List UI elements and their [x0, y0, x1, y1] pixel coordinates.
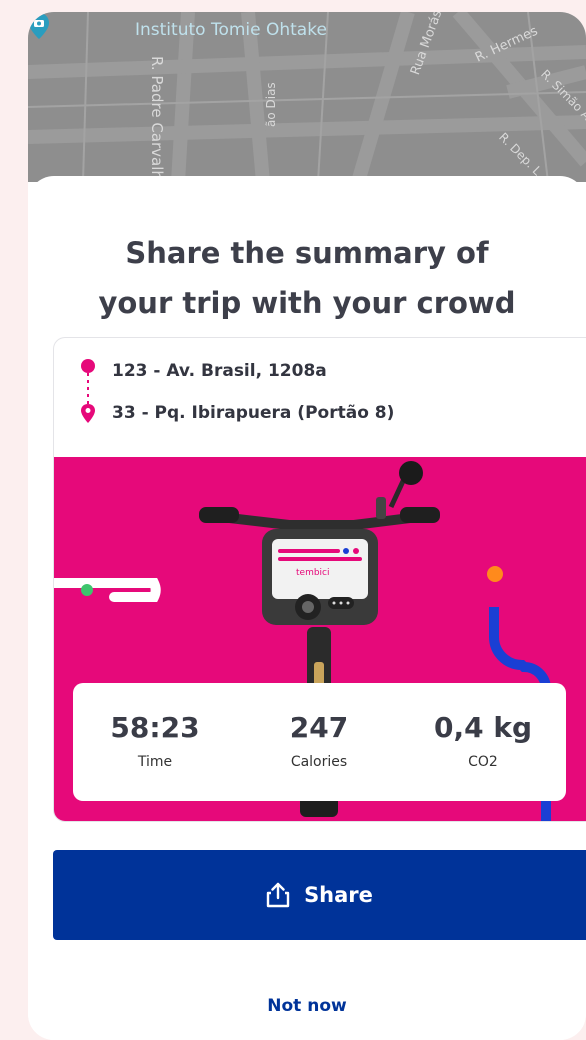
- map-street-label: ão Dias: [264, 82, 278, 127]
- share-summary-sheet: Share the summary of your trip with your…: [28, 176, 586, 1040]
- stat-time-label: Time: [137, 754, 173, 770]
- trip-hero-image: tembici 58:23 Time 247 Calories 0,4 kg C…: [54, 457, 586, 821]
- trip-summary-screen: Instituto Tomie Ohtake R. Padre Carvalho…: [28, 12, 586, 1040]
- stat-time: 58:23 Time: [73, 683, 237, 770]
- share-icon: [266, 882, 290, 908]
- destination-pin-icon: [81, 404, 95, 423]
- share-button-content: Share: [266, 882, 373, 908]
- sheet-title-line-1: Share the summary of: [125, 236, 489, 270]
- stat-calories: 247 Calories: [237, 683, 401, 770]
- stat-calories-value: 247: [289, 711, 349, 744]
- share-button[interactable]: Share: [53, 850, 586, 940]
- sheet-title-line-2: your trip with your crowd: [98, 286, 516, 320]
- map-poi-label[interactable]: Instituto Tomie Ohtake: [135, 20, 327, 40]
- sheet-title: Share the summary of your trip with your…: [28, 228, 586, 328]
- stat-co2: 0,4 kg CO2: [401, 683, 565, 770]
- bike-brand-label: tembici: [296, 568, 330, 578]
- share-button-label: Share: [304, 883, 373, 907]
- orange-dot: [487, 566, 503, 582]
- stat-calories-label: Calories: [290, 754, 348, 770]
- stat-co2-label: CO2: [468, 754, 498, 770]
- not-now-link[interactable]: Not now: [28, 996, 586, 1016]
- route-line-icon: [81, 359, 95, 423]
- stat-co2-value: 0,4 kg: [433, 711, 532, 744]
- map-street-label: R. Padre Carvalho: [148, 56, 166, 182]
- trip-summary-card: 123 - Av. Brasil, 1208a 33 - Pq. Ibirapu…: [53, 337, 586, 822]
- route-destination: 33 - Pq. Ibirapuera (Portão 8): [112, 403, 395, 423]
- route-origin: 123 - Av. Brasil, 1208a: [112, 361, 327, 381]
- trip-stats-panel: 58:23 Time 247 Calories 0,4 kg CO2: [73, 683, 566, 801]
- map-view[interactable]: Instituto Tomie Ohtake R. Padre Carvalho…: [28, 12, 586, 182]
- map-poi-pin-icon[interactable]: [28, 12, 50, 40]
- green-dot: [81, 584, 93, 596]
- stat-time-value: 58:23: [110, 711, 200, 744]
- decorative-path-left: [54, 578, 161, 602]
- origin-dot-icon: [81, 359, 95, 373]
